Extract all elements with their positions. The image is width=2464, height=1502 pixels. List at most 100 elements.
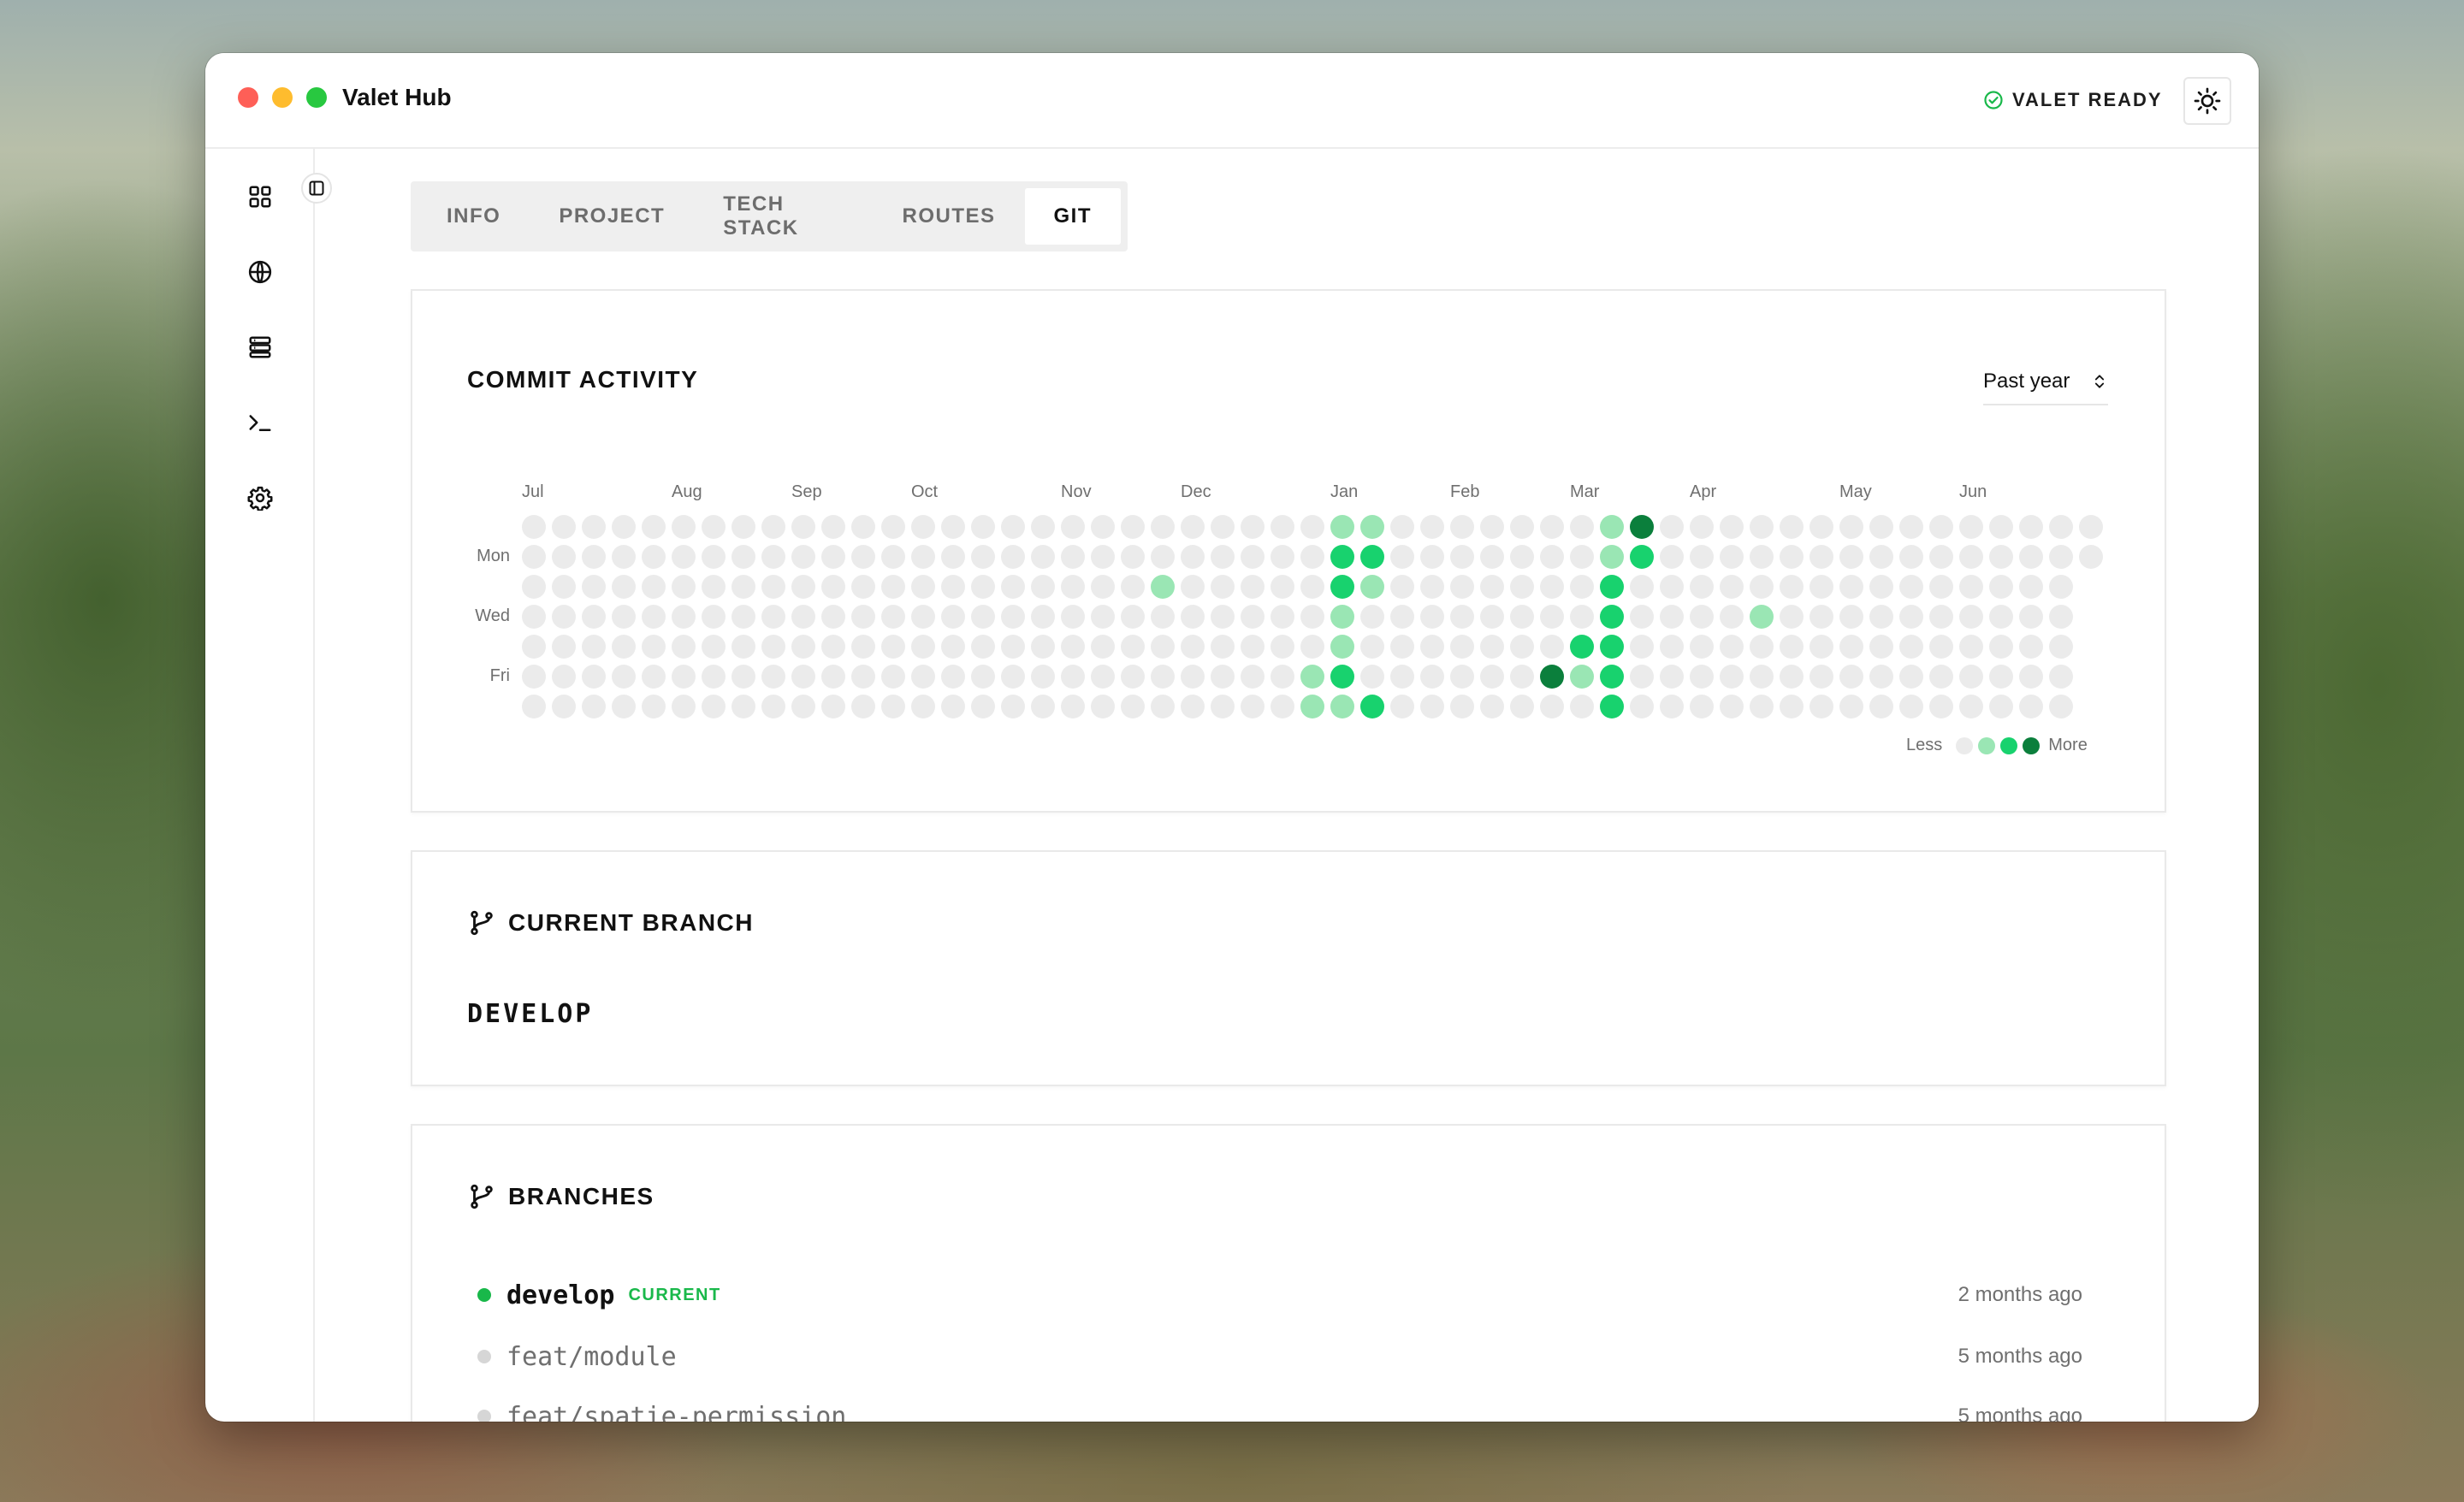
contribution-cell[interactable] xyxy=(612,695,636,718)
contribution-cell[interactable] xyxy=(1390,665,1414,689)
contribution-cell[interactable] xyxy=(1181,635,1205,659)
contribution-cell[interactable] xyxy=(1061,545,1085,569)
contribution-cell[interactable] xyxy=(1989,545,2013,569)
contribution-cell[interactable] xyxy=(1211,545,1235,569)
contribution-cell[interactable] xyxy=(1780,575,1804,599)
sidebar-item-dashboard[interactable] xyxy=(245,181,275,212)
maximize-window-button[interactable] xyxy=(306,87,327,108)
sidebar-item-sites[interactable] xyxy=(245,257,275,287)
contribution-cell[interactable] xyxy=(1600,635,1624,659)
contribution-cell[interactable] xyxy=(702,635,726,659)
contribution-cell[interactable] xyxy=(522,695,546,718)
contribution-cell[interactable] xyxy=(1690,605,1714,629)
contribution-cell[interactable] xyxy=(1989,695,2013,718)
contribution-cell[interactable] xyxy=(642,545,666,569)
contribution-cell[interactable] xyxy=(1031,665,1055,689)
contribution-cell[interactable] xyxy=(1959,515,1983,539)
contribution-cell[interactable] xyxy=(821,605,845,629)
contribution-cell[interactable] xyxy=(1929,575,1953,599)
contribution-cell[interactable] xyxy=(1091,635,1115,659)
contribution-cell[interactable] xyxy=(1630,665,1654,689)
contribution-cell[interactable] xyxy=(582,635,606,659)
contribution-cell[interactable] xyxy=(732,635,755,659)
contribution-cell[interactable] xyxy=(1420,515,1444,539)
contribution-cell[interactable] xyxy=(761,665,785,689)
contribution-cell[interactable] xyxy=(1929,515,1953,539)
contribution-cell[interactable] xyxy=(941,635,965,659)
contribution-cell[interactable] xyxy=(522,575,546,599)
contribution-cell[interactable] xyxy=(2049,515,2073,539)
contribution-cell[interactable] xyxy=(1959,575,1983,599)
contribution-cell[interactable] xyxy=(2049,605,2073,629)
contribution-cell[interactable] xyxy=(1869,605,1893,629)
contribution-cell[interactable] xyxy=(1929,695,1953,718)
contribution-cell[interactable] xyxy=(1091,545,1115,569)
contribution-cell[interactable] xyxy=(612,545,636,569)
contribution-cell[interactable] xyxy=(1959,545,1983,569)
contribution-cell[interactable] xyxy=(1211,605,1235,629)
contribution-cell[interactable] xyxy=(941,575,965,599)
contribution-cell[interactable] xyxy=(911,575,935,599)
contribution-cell[interactable] xyxy=(1001,695,1025,718)
contribution-cell[interactable] xyxy=(672,515,696,539)
contribution-cell[interactable] xyxy=(1420,695,1444,718)
sidebar-item-terminal[interactable] xyxy=(245,407,275,438)
contribution-cell[interactable] xyxy=(1810,575,1833,599)
contribution-cell[interactable] xyxy=(1750,545,1774,569)
contribution-cell[interactable] xyxy=(1630,515,1654,539)
contribution-cell[interactable] xyxy=(1540,545,1564,569)
contribution-cell[interactable] xyxy=(1869,545,1893,569)
contribution-cell[interactable] xyxy=(582,545,606,569)
contribution-cell[interactable] xyxy=(582,665,606,689)
contribution-cell[interactable] xyxy=(1810,515,1833,539)
contribution-cell[interactable] xyxy=(1510,665,1534,689)
contribution-cell[interactable] xyxy=(791,605,815,629)
contribution-cell[interactable] xyxy=(1420,665,1444,689)
contribution-cell[interactable] xyxy=(1660,665,1684,689)
contribution-cell[interactable] xyxy=(1570,665,1594,689)
contribution-cell[interactable] xyxy=(1720,545,1744,569)
contribution-cell[interactable] xyxy=(971,635,995,659)
contribution-cell[interactable] xyxy=(1480,575,1504,599)
contribution-cell[interactable] xyxy=(1121,545,1145,569)
contribution-cell[interactable] xyxy=(1420,545,1444,569)
contribution-cell[interactable] xyxy=(1989,635,2013,659)
contribution-cell[interactable] xyxy=(1570,545,1594,569)
contribution-cell[interactable] xyxy=(1839,575,1863,599)
contribution-cell[interactable] xyxy=(2019,635,2043,659)
contribution-cell[interactable] xyxy=(911,545,935,569)
branch-row[interactable]: develop CURRENT 2 months ago xyxy=(477,1278,2082,1312)
contribution-cell[interactable] xyxy=(1241,575,1265,599)
contribution-cell[interactable] xyxy=(1959,605,1983,629)
contribution-cell[interactable] xyxy=(1211,515,1235,539)
contribution-cell[interactable] xyxy=(1300,575,1324,599)
contribution-cell[interactable] xyxy=(672,575,696,599)
contribution-cell[interactable] xyxy=(761,545,785,569)
contribution-cell[interactable] xyxy=(1839,665,1863,689)
contribution-cell[interactable] xyxy=(1989,515,2013,539)
contribution-cell[interactable] xyxy=(1839,695,1863,718)
contribution-cell[interactable] xyxy=(1780,545,1804,569)
contribution-cell[interactable] xyxy=(1330,545,1354,569)
branch-row[interactable]: feat/spatie-permission 5 months ago xyxy=(477,1399,2082,1422)
contribution-cell[interactable] xyxy=(732,605,755,629)
contribution-cell[interactable] xyxy=(1510,545,1534,569)
contribution-cell[interactable] xyxy=(612,575,636,599)
contribution-cell[interactable] xyxy=(1929,665,1953,689)
contribution-cell[interactable] xyxy=(1031,605,1055,629)
close-window-button[interactable] xyxy=(238,87,258,108)
contribution-cell[interactable] xyxy=(1540,665,1564,689)
contribution-cell[interactable] xyxy=(1480,515,1504,539)
contribution-cell[interactable] xyxy=(1899,515,1923,539)
contribution-cell[interactable] xyxy=(552,515,576,539)
contribution-cell[interactable] xyxy=(1360,515,1384,539)
contribution-cell[interactable] xyxy=(851,605,875,629)
contribution-cell[interactable] xyxy=(1181,575,1205,599)
contribution-cell[interactable] xyxy=(1899,665,1923,689)
contribution-cell[interactable] xyxy=(702,575,726,599)
contribution-cell[interactable] xyxy=(1330,605,1354,629)
contribution-cell[interactable] xyxy=(1031,635,1055,659)
contribution-cell[interactable] xyxy=(1839,605,1863,629)
contribution-cell[interactable] xyxy=(1750,575,1774,599)
contribution-cell[interactable] xyxy=(1480,665,1504,689)
